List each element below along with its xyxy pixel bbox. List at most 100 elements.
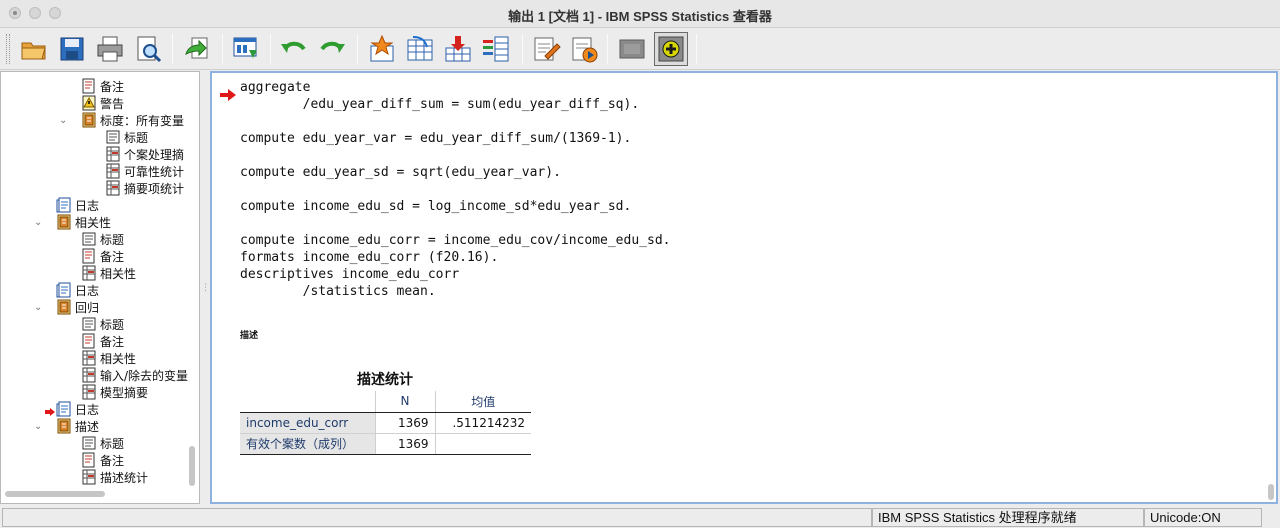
tree-item-label: 输入/除去的变量 bbox=[100, 369, 189, 383]
tree-item[interactable]: 摘要项统计 bbox=[105, 180, 184, 197]
tree-item[interactable]: 备注 bbox=[81, 248, 124, 265]
tree-expand-chevron-icon[interactable]: ⌄ bbox=[59, 116, 69, 126]
tree-item[interactable]: 可靠性统计 bbox=[105, 163, 184, 180]
processor-status: IBM SPSS Statistics 处理程序就绪 bbox=[872, 508, 1144, 527]
recall-dialog-icon bbox=[233, 37, 257, 58]
goto-case-icon bbox=[407, 36, 433, 61]
cell-n: 1369 bbox=[374, 433, 435, 455]
insert-title-icon bbox=[572, 37, 598, 63]
table-icon bbox=[81, 367, 97, 383]
tree-expand-chevron-icon[interactable]: ⌄ bbox=[34, 303, 44, 313]
tree-item-label: 备注 bbox=[100, 250, 125, 264]
recall-dialog-button[interactable] bbox=[229, 32, 263, 66]
pane-splitter[interactable]: ⋮ bbox=[201, 283, 210, 293]
tree-item[interactable]: 输入/除去的变量 bbox=[81, 367, 188, 384]
tree-item-label: 描述统计 bbox=[100, 471, 149, 485]
tree-item[interactable]: 警告 bbox=[81, 95, 124, 112]
tree-item[interactable]: 模型摘要 bbox=[81, 384, 148, 401]
tree-item-label: 模型摘要 bbox=[100, 386, 149, 400]
tree-item[interactable]: 备注 bbox=[81, 452, 124, 469]
tree-item[interactable]: 回归 bbox=[56, 299, 99, 316]
undo-button[interactable] bbox=[277, 32, 311, 66]
tree-item[interactable]: 描述统计 bbox=[81, 469, 148, 486]
hide-button[interactable] bbox=[615, 32, 649, 66]
syntax-log[interactable]: aggregate /edu_year_diff_sum = sum(edu_y… bbox=[240, 79, 670, 300]
show-button[interactable] bbox=[654, 32, 688, 66]
tree-item[interactable]: 标题 bbox=[81, 316, 124, 333]
show-icon bbox=[658, 36, 684, 62]
print-preview-button[interactable] bbox=[131, 32, 165, 66]
tree-item[interactable]: 备注 bbox=[81, 78, 124, 95]
open-button[interactable] bbox=[17, 32, 51, 66]
table-row: 有效个案数（成列） 1369 bbox=[240, 433, 531, 455]
section-title: 描述 bbox=[240, 331, 259, 341]
redo-icon bbox=[320, 41, 345, 53]
tree-item-label: 备注 bbox=[100, 454, 125, 468]
tree-item[interactable]: 日志 bbox=[56, 282, 99, 299]
export-button[interactable] bbox=[180, 32, 214, 66]
cell-mean bbox=[434, 433, 531, 455]
row-label: income_edu_corr bbox=[240, 412, 375, 434]
tree-item-label: 标题 bbox=[100, 318, 125, 332]
print-icon bbox=[97, 36, 123, 62]
outline-vertical-scrollbar[interactable] bbox=[189, 446, 195, 486]
print-button[interactable] bbox=[93, 32, 127, 66]
insert-heading-button[interactable] bbox=[529, 32, 563, 66]
save-icon bbox=[60, 37, 84, 61]
tree-item[interactable]: 标题 bbox=[81, 435, 124, 452]
tree-item-label: 摘要项统计 bbox=[124, 182, 185, 196]
print-preview-icon bbox=[137, 36, 162, 63]
tree-expand-chevron-icon[interactable]: ⌄ bbox=[34, 422, 44, 432]
table-icon bbox=[81, 350, 97, 366]
goto-variable-icon bbox=[445, 36, 471, 62]
notes-icon bbox=[81, 78, 97, 94]
table-title: 描述统计 bbox=[357, 372, 413, 388]
tree-item[interactable]: 标题 bbox=[105, 129, 148, 146]
open-icon bbox=[21, 42, 46, 60]
insert-title-button[interactable] bbox=[567, 32, 601, 66]
tree-item[interactable]: 标度：所有变量 bbox=[81, 112, 184, 129]
table-icon bbox=[81, 384, 97, 400]
tree-item-label: 日志 bbox=[75, 403, 100, 417]
tree-item-label: 个案处理摘 bbox=[124, 148, 185, 162]
tree-item[interactable]: 日志 bbox=[56, 197, 99, 214]
tree-item-label: 日志 bbox=[75, 199, 100, 213]
content-vertical-scrollbar[interactable] bbox=[1268, 484, 1274, 500]
output-content-pane[interactable]: aggregate /edu_year_diff_sum = sum(edu_y… bbox=[210, 71, 1278, 504]
tree-item-label: 相关性 bbox=[100, 352, 137, 366]
tree-item-label: 相关性 bbox=[100, 267, 137, 281]
book-icon bbox=[56, 299, 72, 315]
notes-icon bbox=[81, 248, 97, 264]
title-icon bbox=[81, 435, 97, 451]
table-icon bbox=[105, 146, 121, 162]
outline-horizontal-scrollbar[interactable] bbox=[5, 491, 105, 497]
goto-case-button[interactable] bbox=[403, 32, 437, 66]
toolbar-grip[interactable] bbox=[6, 34, 10, 64]
table-icon bbox=[105, 163, 121, 179]
undo-icon bbox=[281, 41, 306, 53]
tree-item[interactable]: 相关性 bbox=[81, 350, 136, 367]
title-icon bbox=[81, 316, 97, 332]
tree-expand-chevron-icon[interactable]: ⌄ bbox=[34, 218, 44, 228]
tree-item[interactable]: 相关性 bbox=[81, 265, 136, 282]
goto-data-button[interactable] bbox=[365, 32, 399, 66]
current-item-arrow-icon bbox=[220, 89, 236, 101]
tree-item-label: 备注 bbox=[100, 335, 125, 349]
redo-button[interactable] bbox=[315, 32, 349, 66]
variables-button[interactable] bbox=[479, 32, 513, 66]
tree-item[interactable]: 标题 bbox=[81, 231, 124, 248]
warning-icon bbox=[81, 95, 97, 111]
tree-item-label: 可靠性统计 bbox=[124, 165, 185, 179]
tree-item[interactable]: 日志 bbox=[56, 401, 99, 418]
save-button[interactable] bbox=[55, 32, 89, 66]
outline-pane[interactable]: 备注 警告 ⌄ 标度：所有变量 标题 个案处理摘 可靠性统计 摘要项统计 日志 ⌄ 相关性 标题 备注相… bbox=[0, 71, 200, 504]
toolbar bbox=[0, 28, 1280, 70]
tree-item[interactable]: 备注 bbox=[81, 333, 124, 350]
tree-item[interactable]: 相关性 bbox=[56, 214, 111, 231]
descriptive-statistics-table[interactable]: N 均值 income_edu_corr 1369 .511214232 有效个… bbox=[240, 391, 531, 455]
goto-variable-button[interactable] bbox=[441, 32, 475, 66]
log-icon bbox=[56, 401, 72, 417]
tree-item-label: 回归 bbox=[75, 301, 100, 315]
tree-item[interactable]: 个案处理摘 bbox=[105, 146, 184, 163]
tree-item[interactable]: 描述 bbox=[56, 418, 99, 435]
